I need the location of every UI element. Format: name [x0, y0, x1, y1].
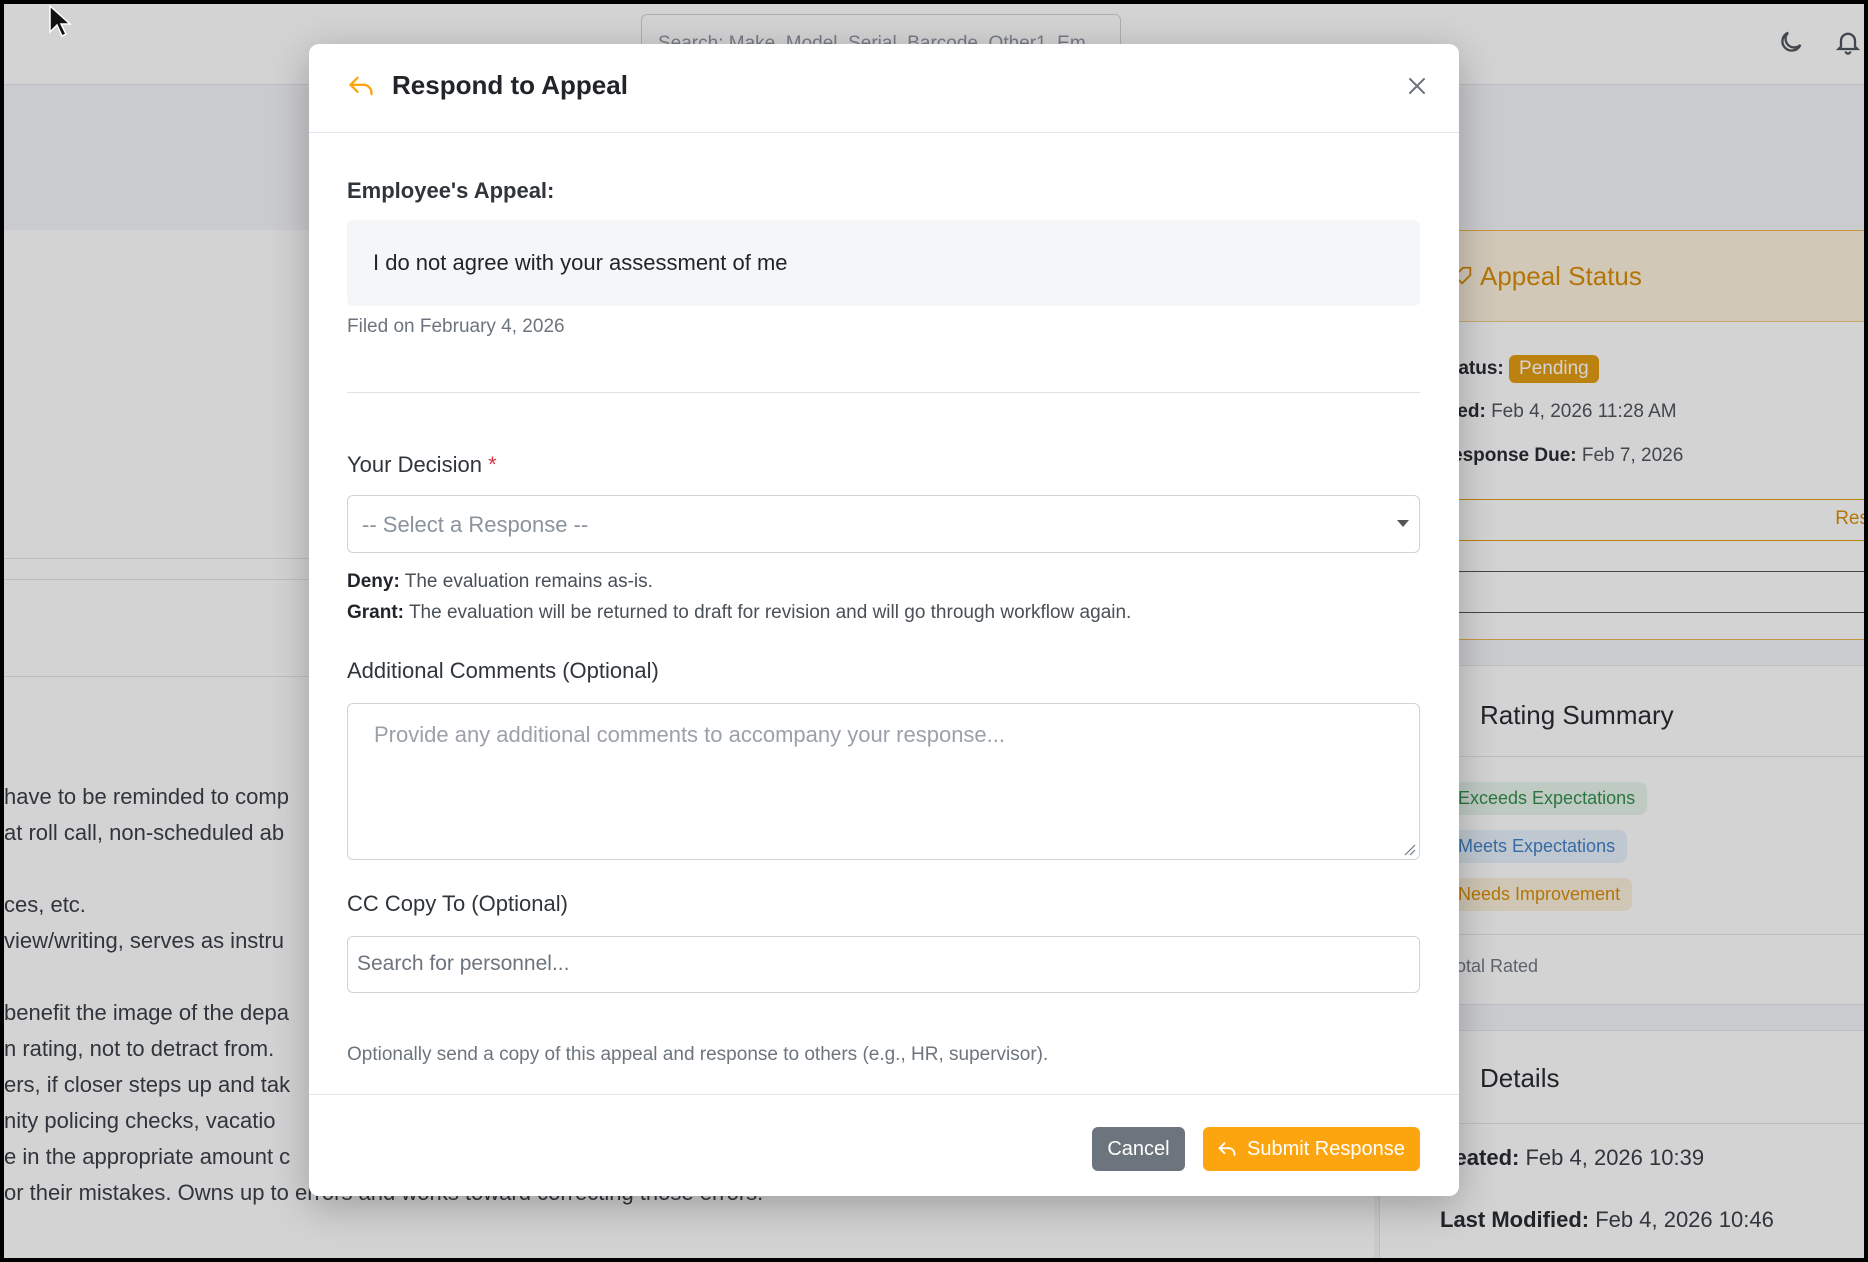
mouse-cursor-icon [49, 4, 72, 38]
comments-textarea[interactable]: Provide any additional comments to accom… [347, 703, 1420, 860]
comments-placeholder: Provide any additional comments to accom… [374, 722, 1005, 747]
modal-title: Respond to Appeal [392, 70, 628, 100]
decision-label: Your Decision * [347, 452, 497, 477]
employee-appeal-label: Employee's Appeal: [347, 178, 555, 203]
decision-select[interactable]: -- Select a Response -- [347, 495, 1420, 553]
deny-help: Deny: The evaluation remains as-is. [347, 571, 653, 592]
modal-header: Respond to Appeal [309, 44, 1459, 133]
comments-label: Additional Comments (Optional) [347, 658, 659, 683]
filed-date: Filed on February 4, 2026 [347, 316, 565, 337]
required-mark: * [488, 452, 497, 477]
resize-handle-icon[interactable] [1402, 842, 1416, 856]
appeal-text: I do not agree with your assessment of m… [373, 250, 788, 275]
decision-select-value: -- Select a Response -- [362, 512, 589, 537]
reply-icon [349, 76, 373, 96]
divider [347, 392, 1420, 393]
cc-label: CC Copy To (Optional) [347, 891, 568, 916]
appeal-text-box: I do not agree with your assessment of m… [347, 220, 1420, 306]
cc-search-input[interactable]: Search for personnel... [347, 936, 1420, 993]
cc-placeholder: Search for personnel... [357, 952, 570, 975]
submit-response-label: Submit Response [1247, 1138, 1405, 1160]
submit-response-button[interactable]: Submit Response [1203, 1127, 1420, 1171]
modal-footer: Cancel Submit Response [309, 1094, 1459, 1196]
reply-icon [1218, 1142, 1236, 1156]
grant-help: Grant: The evaluation will be returned t… [347, 602, 1132, 623]
cc-help: Optionally send a copy of this appeal an… [347, 1044, 1049, 1065]
chevron-down-icon [1397, 520, 1409, 527]
respond-to-appeal-modal: Respond to Appeal Employee's Appeal: I d… [309, 44, 1459, 1196]
cancel-button[interactable]: Cancel [1092, 1127, 1185, 1171]
app-window: Search: Make, Model, Serial, Barcode, Ot… [4, 4, 1864, 1258]
close-icon[interactable] [1405, 74, 1429, 98]
